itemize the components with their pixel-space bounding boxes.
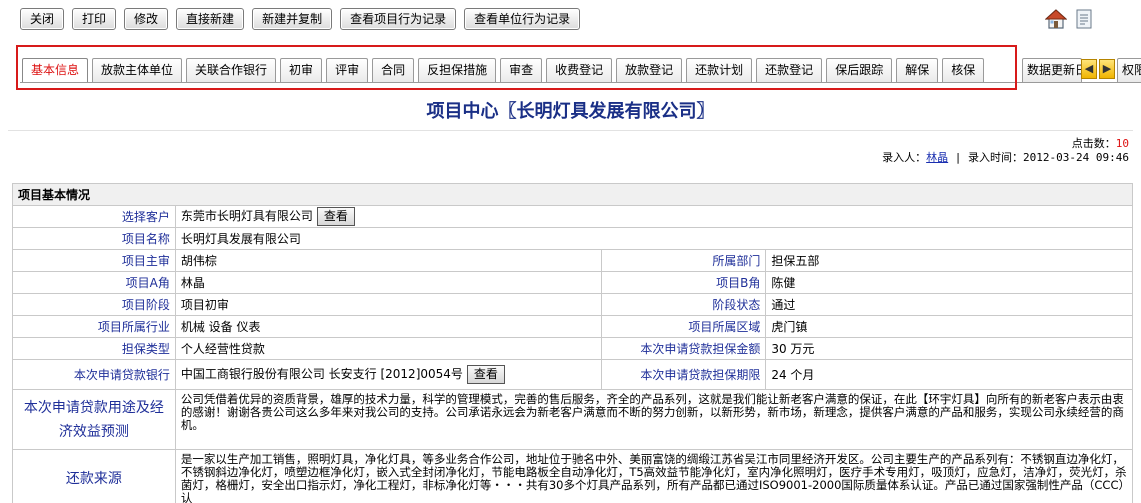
loan-amount-label: 本次申请贷款担保金额 [601, 337, 767, 360]
loan-purpose-label: 本次申请贷款用途及经济效益预测 [12, 389, 176, 450]
entry-info: 录入人：林晶 | 录入时间：2012-03-24 09:46 [882, 149, 1129, 165]
print-button[interactable]: 打印 [72, 8, 117, 30]
project-name-label: 项目名称 [12, 227, 176, 250]
project-info-table: 项目基本情况 选择客户 东莞市长明灯具有限公司 查看 项目名称 长明灯具发展有限公… [12, 183, 1134, 503]
region-label: 项目所属区域 [601, 315, 767, 338]
role-a-label: 项目A角 [12, 271, 176, 294]
project-name-value: 长明灯具发展有限公司 [174, 227, 1134, 250]
customer-value: 东莞市长明灯具有限公司 [180, 209, 313, 223]
guarantee-type-label: 担保类型 [12, 337, 176, 360]
entry-user-link[interactable]: 林晶 [926, 151, 948, 164]
tab-highlight-box [16, 45, 1017, 90]
loan-amount-value: 30 万元 [765, 337, 1133, 360]
close-button[interactable]: 关闭 [20, 8, 65, 30]
document-icon[interactable] [1075, 9, 1093, 29]
loan-bank-cell: 中国工商银行股份有限公司 长安支行 [2012]0054号 查看 [174, 359, 603, 390]
create-new-button[interactable]: 直接新建 [176, 8, 245, 30]
tab-permissions[interactable]: 权限 [1117, 58, 1141, 82]
toolbar: 关闭 打印 修改 直接新建 新建并复制 查看项目行为记录 查看单位行为记录 [20, 8, 581, 32]
page-title: 项目中心〖长明灯具发展有限公司〗 [426, 101, 715, 122]
view-project-log-button[interactable]: 查看项目行为记录 [340, 8, 457, 30]
top-right-icons [1045, 8, 1093, 30]
edit-button[interactable]: 修改 [124, 8, 169, 30]
create-copy-button[interactable]: 新建并复制 [252, 8, 333, 30]
stage-label: 项目阶段 [12, 293, 176, 316]
divider [8, 130, 1133, 131]
home-icon[interactable] [1045, 8, 1067, 30]
industry-label: 项目所属行业 [12, 315, 176, 338]
view-bank-button[interactable]: 查看 [466, 365, 505, 384]
industry-value: 机械 设备 仪表 [174, 315, 603, 338]
loan-period-label: 本次申请贷款担保期限 [601, 359, 767, 390]
entry-time: | 录入时间：2012-03-24 09:46 [948, 151, 1129, 164]
chevron-left-icon[interactable]: ◀ [1081, 59, 1097, 79]
tab-data-update[interactable]: 数据更新日 [1022, 58, 1082, 82]
stage-value: 项目初审 [174, 293, 603, 316]
loan-bank-value: 中国工商银行股份有限公司 长安支行 [2012]0054号 [180, 367, 463, 381]
department-label: 所属部门 [601, 249, 767, 272]
repayment-source-value: 是一家以生产加工销售，照明灯具，净化灯具，等多业务合作公司，地址位于驰名中外、美… [174, 449, 1134, 503]
chevron-right-icon[interactable]: ▶ [1099, 59, 1115, 79]
lead-reviewer-label: 项目主审 [12, 249, 176, 272]
customer-cell: 东莞市长明灯具有限公司 查看 [174, 205, 1134, 228]
entry-user-label: 录入人： [882, 151, 927, 164]
stage-status-value: 通过 [765, 293, 1133, 316]
customer-label: 选择客户 [12, 205, 176, 228]
loan-period-value: 24 个月 [765, 359, 1133, 390]
role-a-value: 林晶 [174, 271, 603, 294]
view-customer-button[interactable]: 查看 [316, 207, 355, 226]
tab-scroll-arrows: ◀ ▶ [1081, 59, 1115, 79]
role-b-label: 项目B角 [601, 271, 767, 294]
loan-purpose-value: 公司凭借着优异的资质背景，雄厚的技术力量，科学的管理模式，完善的售后服务，齐全的… [174, 389, 1134, 450]
section-title: 项目基本情况 [12, 183, 1133, 206]
region-value: 虎门镇 [765, 315, 1133, 338]
department-value: 担保五部 [765, 249, 1133, 272]
lead-reviewer-value: 胡伟棕 [174, 249, 603, 272]
loan-bank-label: 本次申请贷款银行 [12, 359, 176, 390]
stage-status-label: 阶段状态 [601, 293, 767, 316]
view-unit-log-button[interactable]: 查看单位行为记录 [464, 8, 581, 30]
guarantee-type-value: 个人经营性贷款 [174, 337, 603, 360]
repayment-source-label: 还款来源 [12, 449, 176, 503]
role-b-value: 陈健 [765, 271, 1133, 294]
